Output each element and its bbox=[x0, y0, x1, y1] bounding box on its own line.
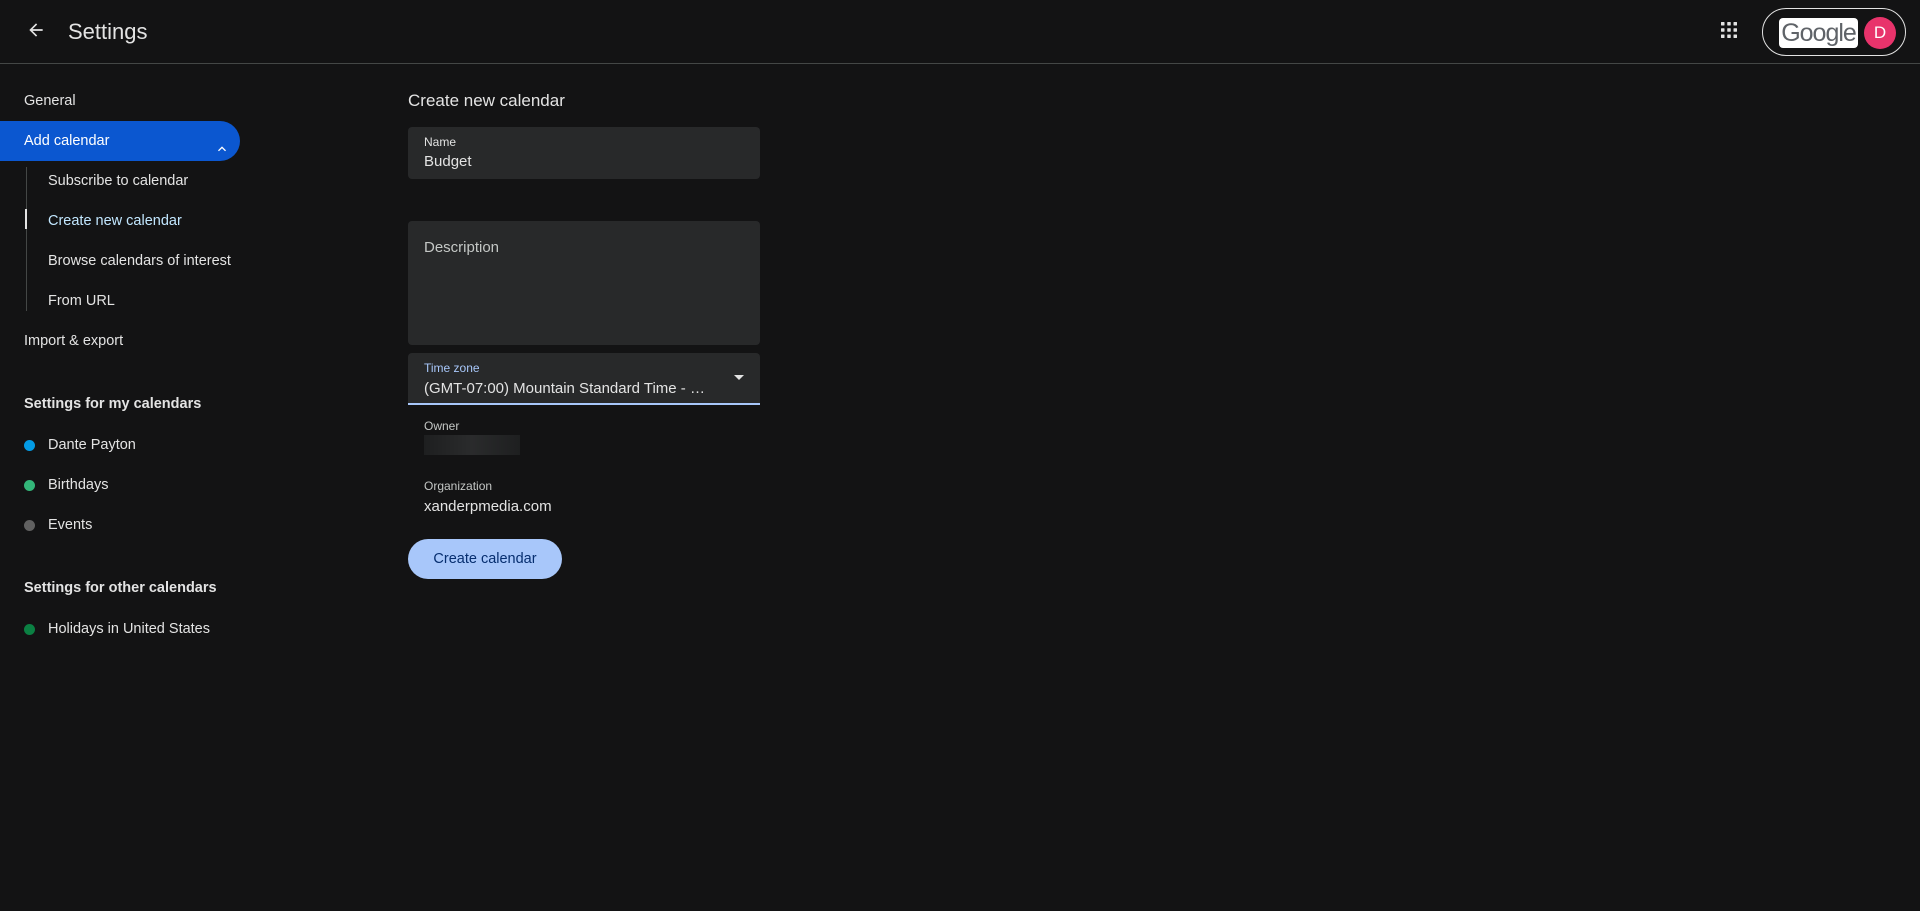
owner-label: Owner bbox=[424, 419, 460, 433]
back-button[interactable] bbox=[16, 12, 56, 52]
section-heading-my-calendars: Settings for my calendars bbox=[24, 396, 202, 412]
description-field[interactable]: Description bbox=[408, 221, 760, 345]
sidebar-item-holidays-us[interactable]: Holidays in United States bbox=[0, 609, 240, 649]
apps-grid-icon bbox=[1720, 21, 1738, 44]
sidebar-item-events[interactable]: Events bbox=[0, 505, 240, 545]
name-field-label: Name bbox=[424, 135, 457, 149]
sidebar-item-label: Subscribe to calendar bbox=[48, 173, 189, 189]
sidebar-item-label: Add calendar bbox=[24, 133, 110, 149]
sidebar-item-label: General bbox=[24, 93, 76, 109]
sidebar-item-birthdays[interactable]: Birthdays bbox=[0, 465, 240, 505]
organization-value: xanderpmedia.com bbox=[424, 498, 552, 515]
google-apps-button[interactable] bbox=[1709, 12, 1749, 52]
avatar: D bbox=[1864, 17, 1896, 49]
calendar-color-dot bbox=[24, 480, 35, 491]
sidebar-item-label: Browse calendars of interest bbox=[48, 253, 231, 269]
sidebar-item-create-new-calendar[interactable]: Create new calendar bbox=[24, 201, 244, 241]
section-heading-other-calendars: Settings for other calendars bbox=[24, 580, 217, 596]
sidebar-item-browse-calendars[interactable]: Browse calendars of interest bbox=[24, 241, 244, 281]
description-placeholder: Description bbox=[424, 239, 500, 256]
page-title: Settings bbox=[68, 19, 148, 44]
time-zone-label: Time zone bbox=[424, 361, 480, 375]
sidebar-item-label: From URL bbox=[48, 293, 115, 309]
time-zone-value: (GMT-07:00) Mountain Standard Time - Ph.… bbox=[424, 380, 714, 397]
name-field-value: Budget bbox=[424, 153, 472, 170]
sidebar-item-general[interactable]: General bbox=[0, 81, 240, 121]
chevron-up-icon bbox=[214, 133, 230, 152]
sidebar-item-dante-payton[interactable]: Dante Payton bbox=[0, 425, 240, 465]
create-calendar-button[interactable]: Create calendar bbox=[408, 539, 562, 579]
section-title: Create new calendar bbox=[408, 91, 565, 110]
organization-label: Organization bbox=[424, 479, 493, 493]
time-zone-select[interactable]: Time zone (GMT-07:00) Mountain Standard … bbox=[408, 353, 760, 405]
sidebar-item-label: Import & export bbox=[24, 333, 124, 349]
sidebar-item-from-url[interactable]: From URL bbox=[24, 281, 244, 321]
sidebar-item-import-export[interactable]: Import & export bbox=[0, 321, 240, 361]
sidebar-item-label: Dante Payton bbox=[48, 437, 136, 453]
calendar-color-dot bbox=[24, 440, 35, 451]
dropdown-arrow-icon bbox=[734, 375, 744, 380]
calendar-color-dot bbox=[24, 520, 35, 531]
arrow-back-icon bbox=[26, 20, 46, 45]
name-field[interactable]: Name Budget bbox=[408, 127, 760, 179]
sidebar-item-label: Birthdays bbox=[48, 477, 109, 493]
top-bar: Settings Google D bbox=[0, 0, 1920, 64]
google-logo: Google bbox=[1779, 18, 1858, 48]
owner-value-redacted bbox=[424, 435, 520, 455]
sidebar-item-label: Create new calendar bbox=[48, 213, 182, 229]
sidebar-item-label: Events bbox=[48, 517, 93, 533]
sidebar-item-label: Holidays in United States bbox=[48, 621, 210, 637]
account-switcher[interactable]: Google D bbox=[1762, 8, 1906, 56]
calendar-color-dot bbox=[24, 624, 35, 635]
sidebar-item-add-calendar[interactable]: Add calendar bbox=[0, 121, 240, 161]
sidebar-item-subscribe[interactable]: Subscribe to calendar bbox=[24, 161, 244, 201]
